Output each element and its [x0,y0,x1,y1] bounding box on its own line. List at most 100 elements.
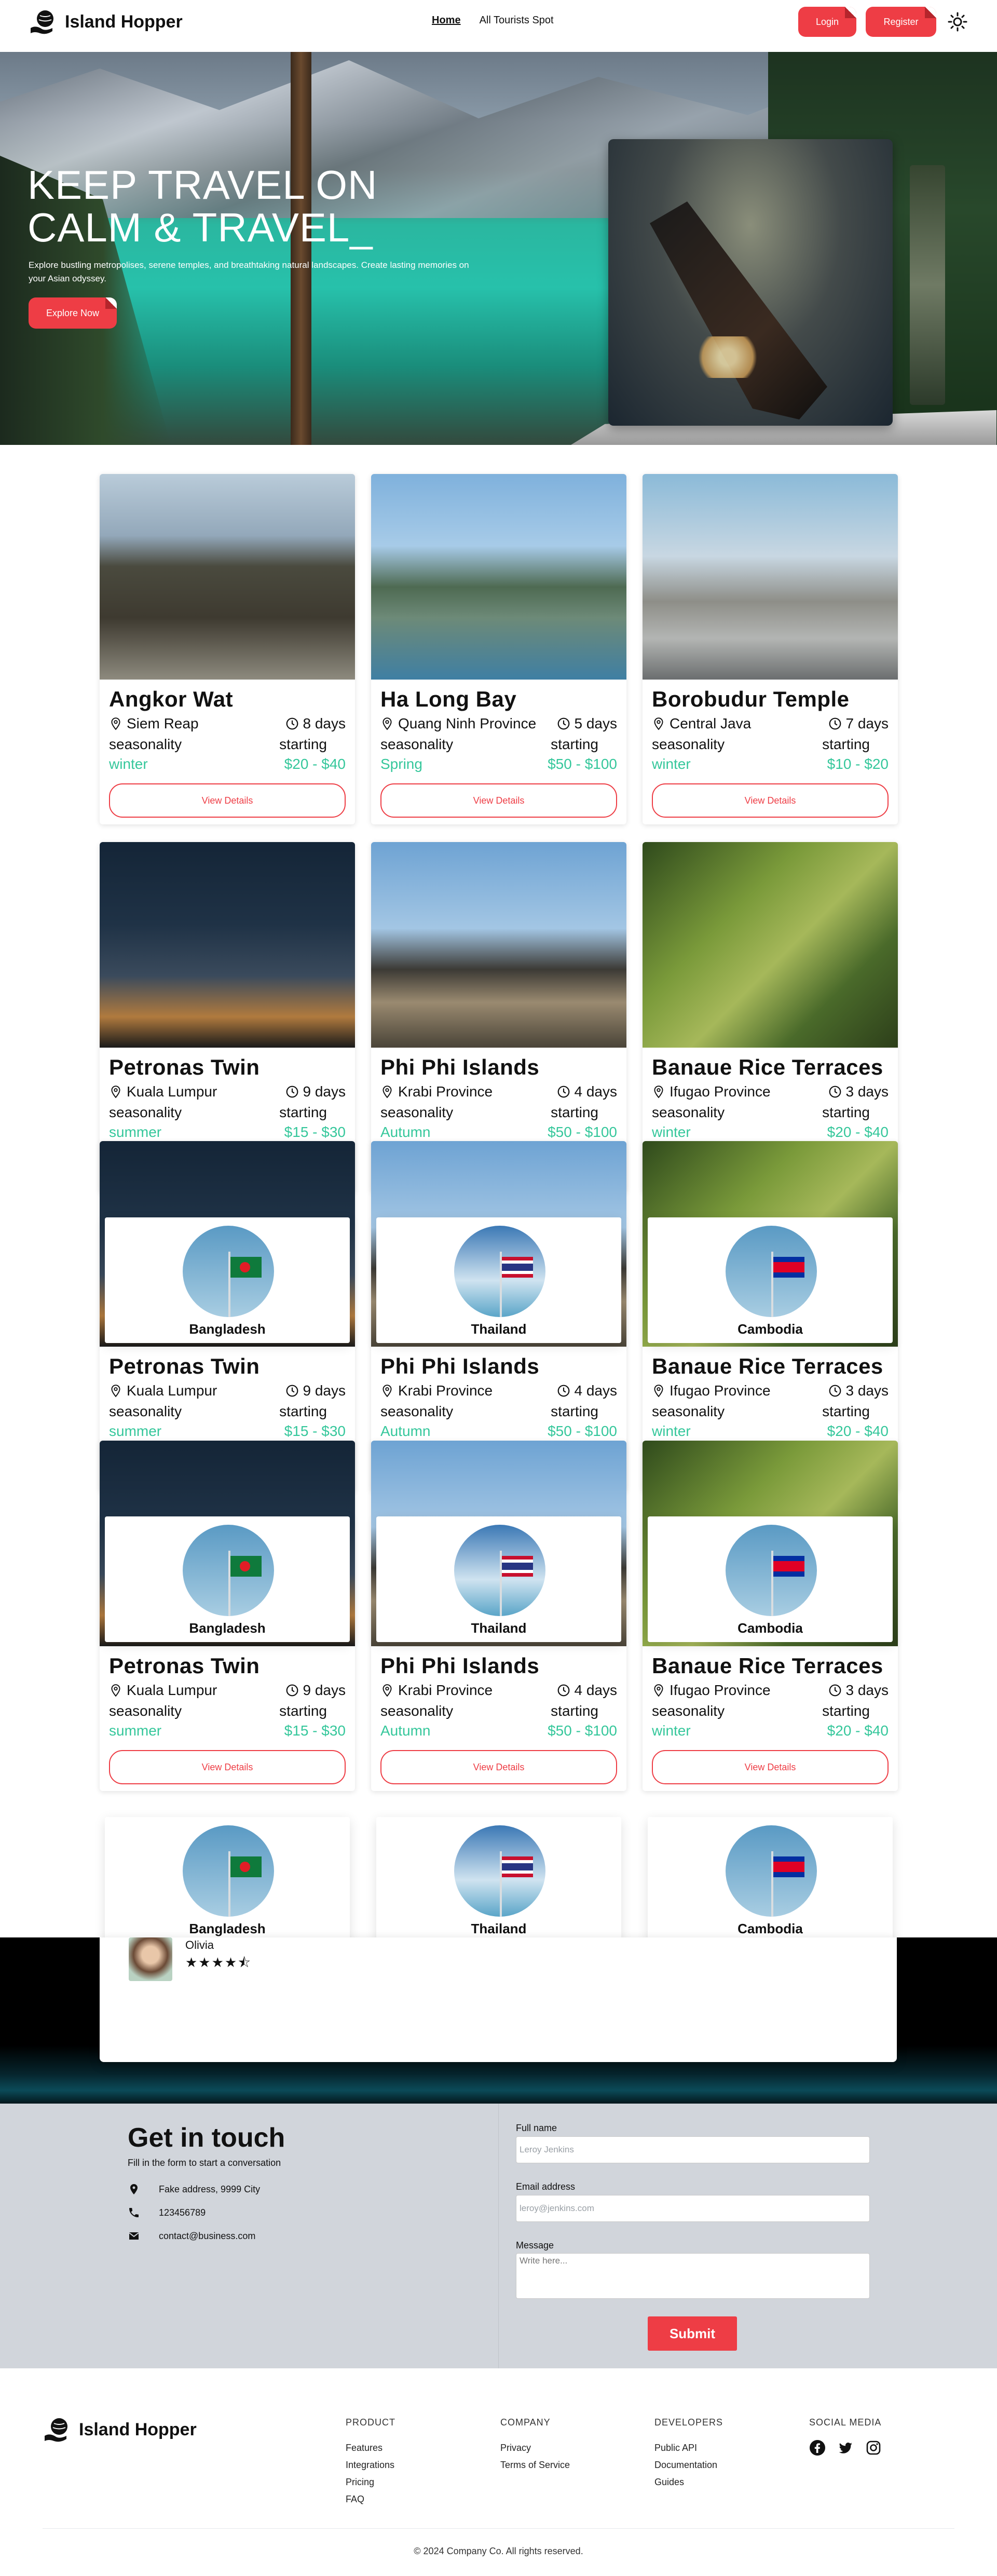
view-details-button[interactable]: View Details [652,783,889,818]
location-text: Kuala Lumpur [127,1382,217,1399]
seasonality-label: seasonality [109,736,182,752]
duration-text: 4 days [574,1682,618,1698]
country-flag-image [726,1525,817,1616]
footer-social-column: SOCIAL MEDIA [809,2417,882,2456]
map-pin-icon [380,717,394,730]
destination-duration: 3 days [828,1083,889,1100]
email-input[interactable] [516,2195,870,2222]
season-value: Autumn [380,1723,431,1739]
map-pin-icon [109,1684,122,1697]
hero-subtitle: Explore bustling metropolises, serene te… [29,260,469,283]
price-value: $20 - $40 [827,1423,889,1439]
footer-company-heading: COMPANY [500,2417,551,2428]
destination-duration: 4 days [557,1382,617,1399]
country-card[interactable]: Cambodia [648,1516,893,1642]
nav-all-tourists-spot-link[interactable]: All Tourists Spot [480,15,554,26]
footer-link-faq[interactable]: FAQ [346,2491,395,2508]
destination-title: Banaue Rice Terraces [652,1055,883,1079]
register-button[interactable]: Register [866,7,936,37]
destination-title: Ha Long Bay [380,687,517,711]
country-card[interactable]: Cambodia [648,1817,893,1943]
country-card[interactable]: Bangladesh [105,1217,350,1343]
twitter-icon[interactable] [837,2439,854,2456]
price-value: $20 - $40 [284,756,346,772]
country-card[interactable]: Bangladesh [105,1817,350,1943]
footer-product-heading: PRODUCT [346,2417,395,2428]
message-label: Message [516,2240,554,2250]
starting-label: starting [822,1403,870,1419]
view-details-button[interactable]: View Details [380,783,617,818]
contact-address-text: Fake address, 9999 City [159,2184,261,2194]
footer-brand-logo[interactable]: Island Hopper [43,2415,197,2444]
country-flag [230,1257,262,1278]
country-flag [773,1257,804,1278]
country-name: Bangladesh [189,1620,266,1636]
location-text: Krabi Province [398,1083,493,1100]
seasonality-label: seasonality [652,1403,725,1419]
hero-next-slide-image[interactable] [910,165,945,405]
country-card[interactable]: Cambodia [648,1217,893,1343]
corner-fold [925,7,936,18]
footer-link-terms[interactable]: Terms of Service [500,2457,570,2474]
message-textarea[interactable] [516,2253,870,2299]
country-name: Cambodia [737,1620,803,1636]
explore-now-button[interactable]: Explore Now [29,297,117,329]
rating-stars: ★★★★⯪ [185,1955,252,1970]
facebook-icon[interactable] [809,2439,826,2456]
contact-title: Get in touch [128,2123,285,2153]
destination-title: Petronas Twin [109,1055,260,1079]
map-pin-icon [109,1085,122,1099]
footer-link-documentation[interactable]: Documentation [654,2457,723,2474]
contact-phone-text: 123456789 [159,2207,206,2218]
destination-duration: 3 days [828,1682,889,1699]
main-nav: Home All Tourists Spot [432,15,554,26]
instagram-icon[interactable] [865,2439,882,2456]
destination-duration: 3 days [828,1382,889,1399]
nav-home-link[interactable]: Home [432,15,461,26]
country-flag [230,1856,262,1877]
location-text: Krabi Province [398,1382,493,1399]
view-details-button[interactable]: View Details [109,1750,346,1784]
country-card[interactable]: Thailand [376,1217,621,1343]
location-text: Ifugao Province [670,1382,771,1399]
duration-text: 7 days [845,715,889,731]
footer-link-features[interactable]: Features [346,2439,395,2457]
globe-hand-icon [29,7,58,36]
view-details-button[interactable]: View Details [652,1750,889,1784]
destination-title: Phi Phi Islands [380,1653,540,1678]
footer-link-public-api[interactable]: Public API [654,2439,723,2457]
country-card[interactable]: Thailand [376,1817,621,1943]
footer-link-integrations[interactable]: Integrations [346,2457,395,2474]
starting-label: starting [279,736,327,752]
hero-slide-image[interactable] [608,139,893,426]
location-text: Krabi Province [398,1682,493,1698]
footer-link-guides[interactable]: Guides [654,2474,723,2491]
price-value: $15 - $30 [284,1723,346,1739]
seasonality-label: seasonality [380,736,454,752]
destination-card: Petronas Twin Kuala Lumpur 9 days seasonali… [100,842,355,1192]
globe-hand-icon [43,2415,72,2444]
seasonality-label: seasonality [109,1104,182,1120]
brand-logo[interactable]: Island Hopper [29,7,183,36]
submit-button[interactable]: Submit [648,2316,737,2351]
hero-title: KEEP TRAVEL ON CALM & TRAVEL_ [28,164,377,249]
clock-icon [557,1384,570,1398]
season-value: Autumn [380,1423,431,1439]
map-pin-icon [652,1684,665,1697]
footer-link-pricing[interactable]: Pricing [346,2474,395,2491]
footer-link-privacy[interactable]: Privacy [500,2439,570,2457]
country-card[interactable]: Bangladesh [105,1516,350,1642]
starting-label: starting [551,1104,598,1120]
clock-icon [828,1384,842,1398]
footer-social-heading: SOCIAL MEDIA [809,2417,882,2428]
map-pin-icon [380,1384,394,1398]
country-card[interactable]: Thailand [376,1516,621,1642]
avatar [129,1937,172,1981]
seasonality-label: seasonality [109,1703,182,1719]
theme-toggle-sun-icon[interactable] [947,11,968,32]
view-details-button[interactable]: View Details [109,783,346,818]
full-name-input[interactable] [516,2136,870,2163]
destination-title: Petronas Twin [109,1653,260,1678]
login-button[interactable]: Login [798,7,856,37]
view-details-button[interactable]: View Details [380,1750,617,1784]
